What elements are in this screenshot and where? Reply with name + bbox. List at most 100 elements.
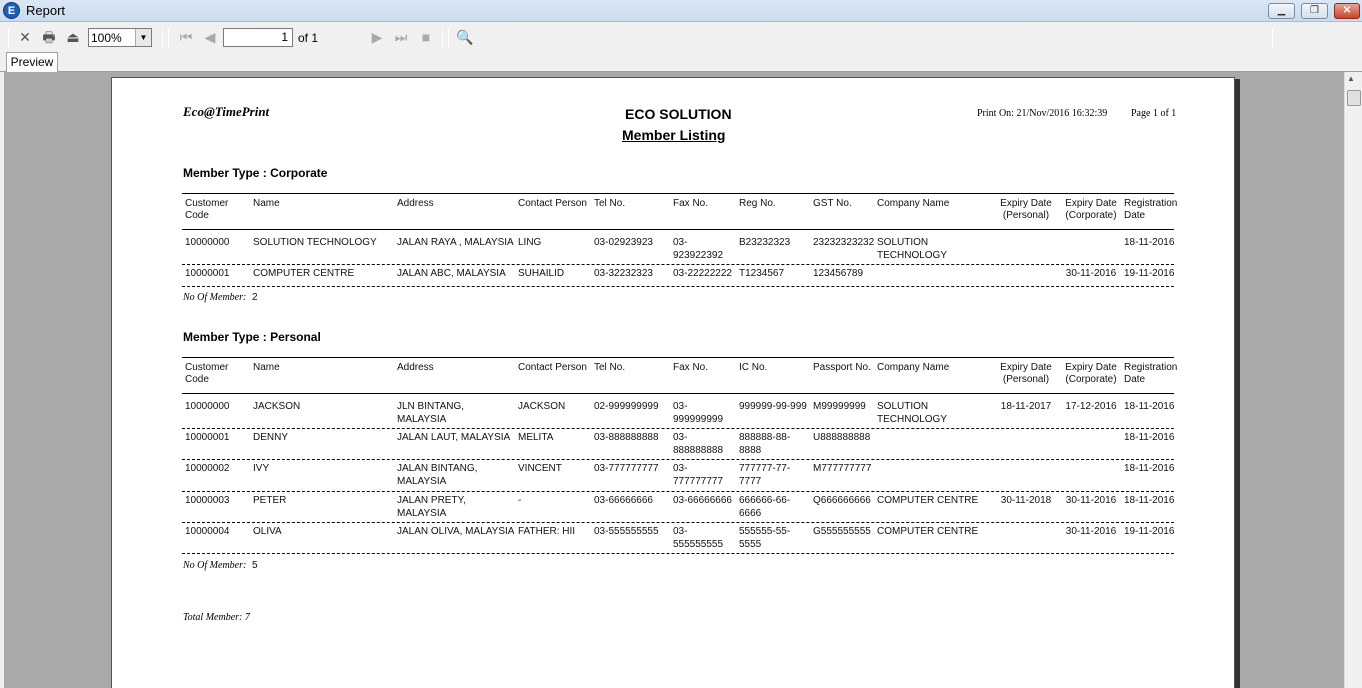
row-divider [182,553,1174,554]
print-icon[interactable]: 🖶 [40,28,58,46]
scroll-up-icon[interactable]: ▲ [1347,74,1355,83]
row-divider [182,428,1174,429]
table-cell: 30-11-2016 [1065,268,1117,279]
brand-label: Eco@TimePrint [183,104,270,119]
member-count-label: No Of Member: [183,560,247,571]
table-cell: 19-11-2016 [1124,526,1175,537]
chevron-down-icon[interactable]: ▼ [135,29,151,46]
table-cell: FATHER: HII [518,526,576,537]
table-cell: DENNY [253,432,289,443]
next-page-icon[interactable]: ▶ [368,28,386,46]
table-row: 10000002 IVY JALAN BINTANG, MALAYSIA VINCEN… [112,462,1236,494]
table-cell: M99999999 [813,401,866,412]
toolbar: ✕ 🖶 ⏏ 100% ▼ ⏮ ◀ 1 of 1 ▶ ⏭ ■ 🔍 [0,22,1362,52]
table-cell: 23232323232 [813,237,875,248]
column-header: Registration Date [1124,362,1178,385]
column-header: Tel No. [594,362,626,373]
find-icon[interactable]: 🔍 [456,28,474,46]
table-cell: 10000002 [185,463,230,474]
table-cell: JALAN PRETY, MALAYSIA [397,495,466,519]
zoom-value: 100% [91,31,122,45]
table-cell: 555555-55-5555 [739,526,791,550]
table-cell: 03-923922392 [673,237,724,261]
toolbar-separator [162,28,163,48]
table-cell: 03-999999999 [673,401,724,425]
table-header-rule [182,229,1174,230]
export-icon[interactable]: ⏏ [64,28,82,46]
close-icon: ✕ [1342,5,1352,16]
column-header: Tel No. [594,198,626,209]
column-header: IC No. [739,362,768,373]
table-cell: 10000001 [185,268,230,279]
table-cell: 19-11-2016 [1124,268,1175,279]
table-cell: 03-555555555 [673,526,724,550]
table-cell: COMPUTER CENTRE [877,495,979,506]
table-cell: M777777777 [813,463,872,474]
last-page-icon[interactable]: ⏭ [392,28,410,46]
table-cell: 18-11-2016 [1124,401,1175,412]
toolbar-separator [168,28,169,48]
close-report-icon[interactable]: ✕ [16,28,34,46]
member-count-value: 2 [252,292,258,303]
table-top-rule [182,193,1174,194]
table-cell: 17-12-2016 [1065,401,1117,412]
column-header: Expiry Date (Personal) [1000,362,1052,385]
total-member-label: Total Member: 7 [183,612,250,623]
column-header: Reg No. [739,198,776,209]
table-cell: JLN BINTANG, MALAYSIA [397,401,465,425]
table-cell: 03-777777777 [673,463,724,487]
table-cell: 03-22222222 [673,268,732,279]
table-cell: 03-555555555 [594,526,659,537]
table-row: 10000000 JACKSON JLN BINTANG, MALAYSIA JACK… [112,400,1236,431]
column-header: Customer Code [185,362,229,385]
toolbar-separator [442,28,443,48]
vertical-scrollbar[interactable]: ▲ [1344,72,1362,688]
row-divider [182,459,1174,460]
scroll-thumb[interactable] [1347,90,1361,106]
table-cell: 18-11-2016 [1124,237,1175,248]
table-cell: SUHAILID [518,268,565,279]
table-cell: 777777-77-7777 [739,463,791,487]
table-row: 10000004 OLIVA JALAN OLIVA, MALAYSIA FATHER… [112,525,1236,556]
table-cell: COMPUTER CENTRE [877,526,979,537]
close-button[interactable]: ✕ [1334,3,1360,19]
table-cell: 03-888888888 [594,432,659,443]
first-page-icon[interactable]: ⏮ [177,28,195,46]
table-cell: JACKSON [253,401,301,412]
toolbar-separator [8,28,9,48]
table-cell: JALAN ABC, MALAYSIA [397,268,506,279]
table-cell: 03-32232323 [594,268,653,279]
table-cell: MELITA [518,432,554,443]
table-cell: SOLUTION TECHNOLOGY [877,401,948,425]
zoom-select[interactable]: 100% ▼ [88,28,152,47]
table-cell: 123456789 [813,268,864,279]
table-cell: 18-11-2016 [1124,463,1175,474]
column-header: Expiry Date (Corporate) [1065,362,1117,385]
column-header: Customer Code [185,198,229,221]
table-cell: 18-11-2017 [1000,401,1052,412]
row-divider [182,522,1174,523]
table-top-rule [182,357,1174,358]
table-cell: OLIVA [253,526,282,537]
table-cell: B23232323 [739,237,791,248]
print-timestamp: Print On: 21/Nov/2016 16:32:39 [977,108,1108,119]
stop-icon[interactable]: ■ [417,28,435,46]
column-header: Name [253,198,280,209]
page-number-input[interactable]: 1 [223,28,293,47]
tab-preview[interactable]: Preview [6,52,58,73]
table-row: 10000001 DENNY JALAN LAUT, MALAYSIA MELITA 0… [112,431,1236,462]
title-bar: E Report ▁ ❐ ✕ [0,0,1362,22]
table-cell: U888888888 [813,432,871,443]
table-cell: T1234567 [739,268,785,279]
maximize-button[interactable]: ❐ [1301,3,1328,19]
preview-area[interactable]: Eco@TimePrint ECO SOLUTION Member Listin… [4,72,1344,688]
tab-bar: Preview [0,52,1362,73]
table-cell: LING [518,237,542,248]
minimize-button[interactable]: ▁ [1268,3,1295,19]
prev-page-icon[interactable]: ◀ [201,28,219,46]
member-count-label: No Of Member: [183,292,247,303]
column-header: Expiry Date (Personal) [1000,198,1052,221]
table-cell: 10000003 [185,495,230,506]
table-cell: 03-02923923 [594,237,653,248]
table-cell: JACKSON [518,401,566,412]
